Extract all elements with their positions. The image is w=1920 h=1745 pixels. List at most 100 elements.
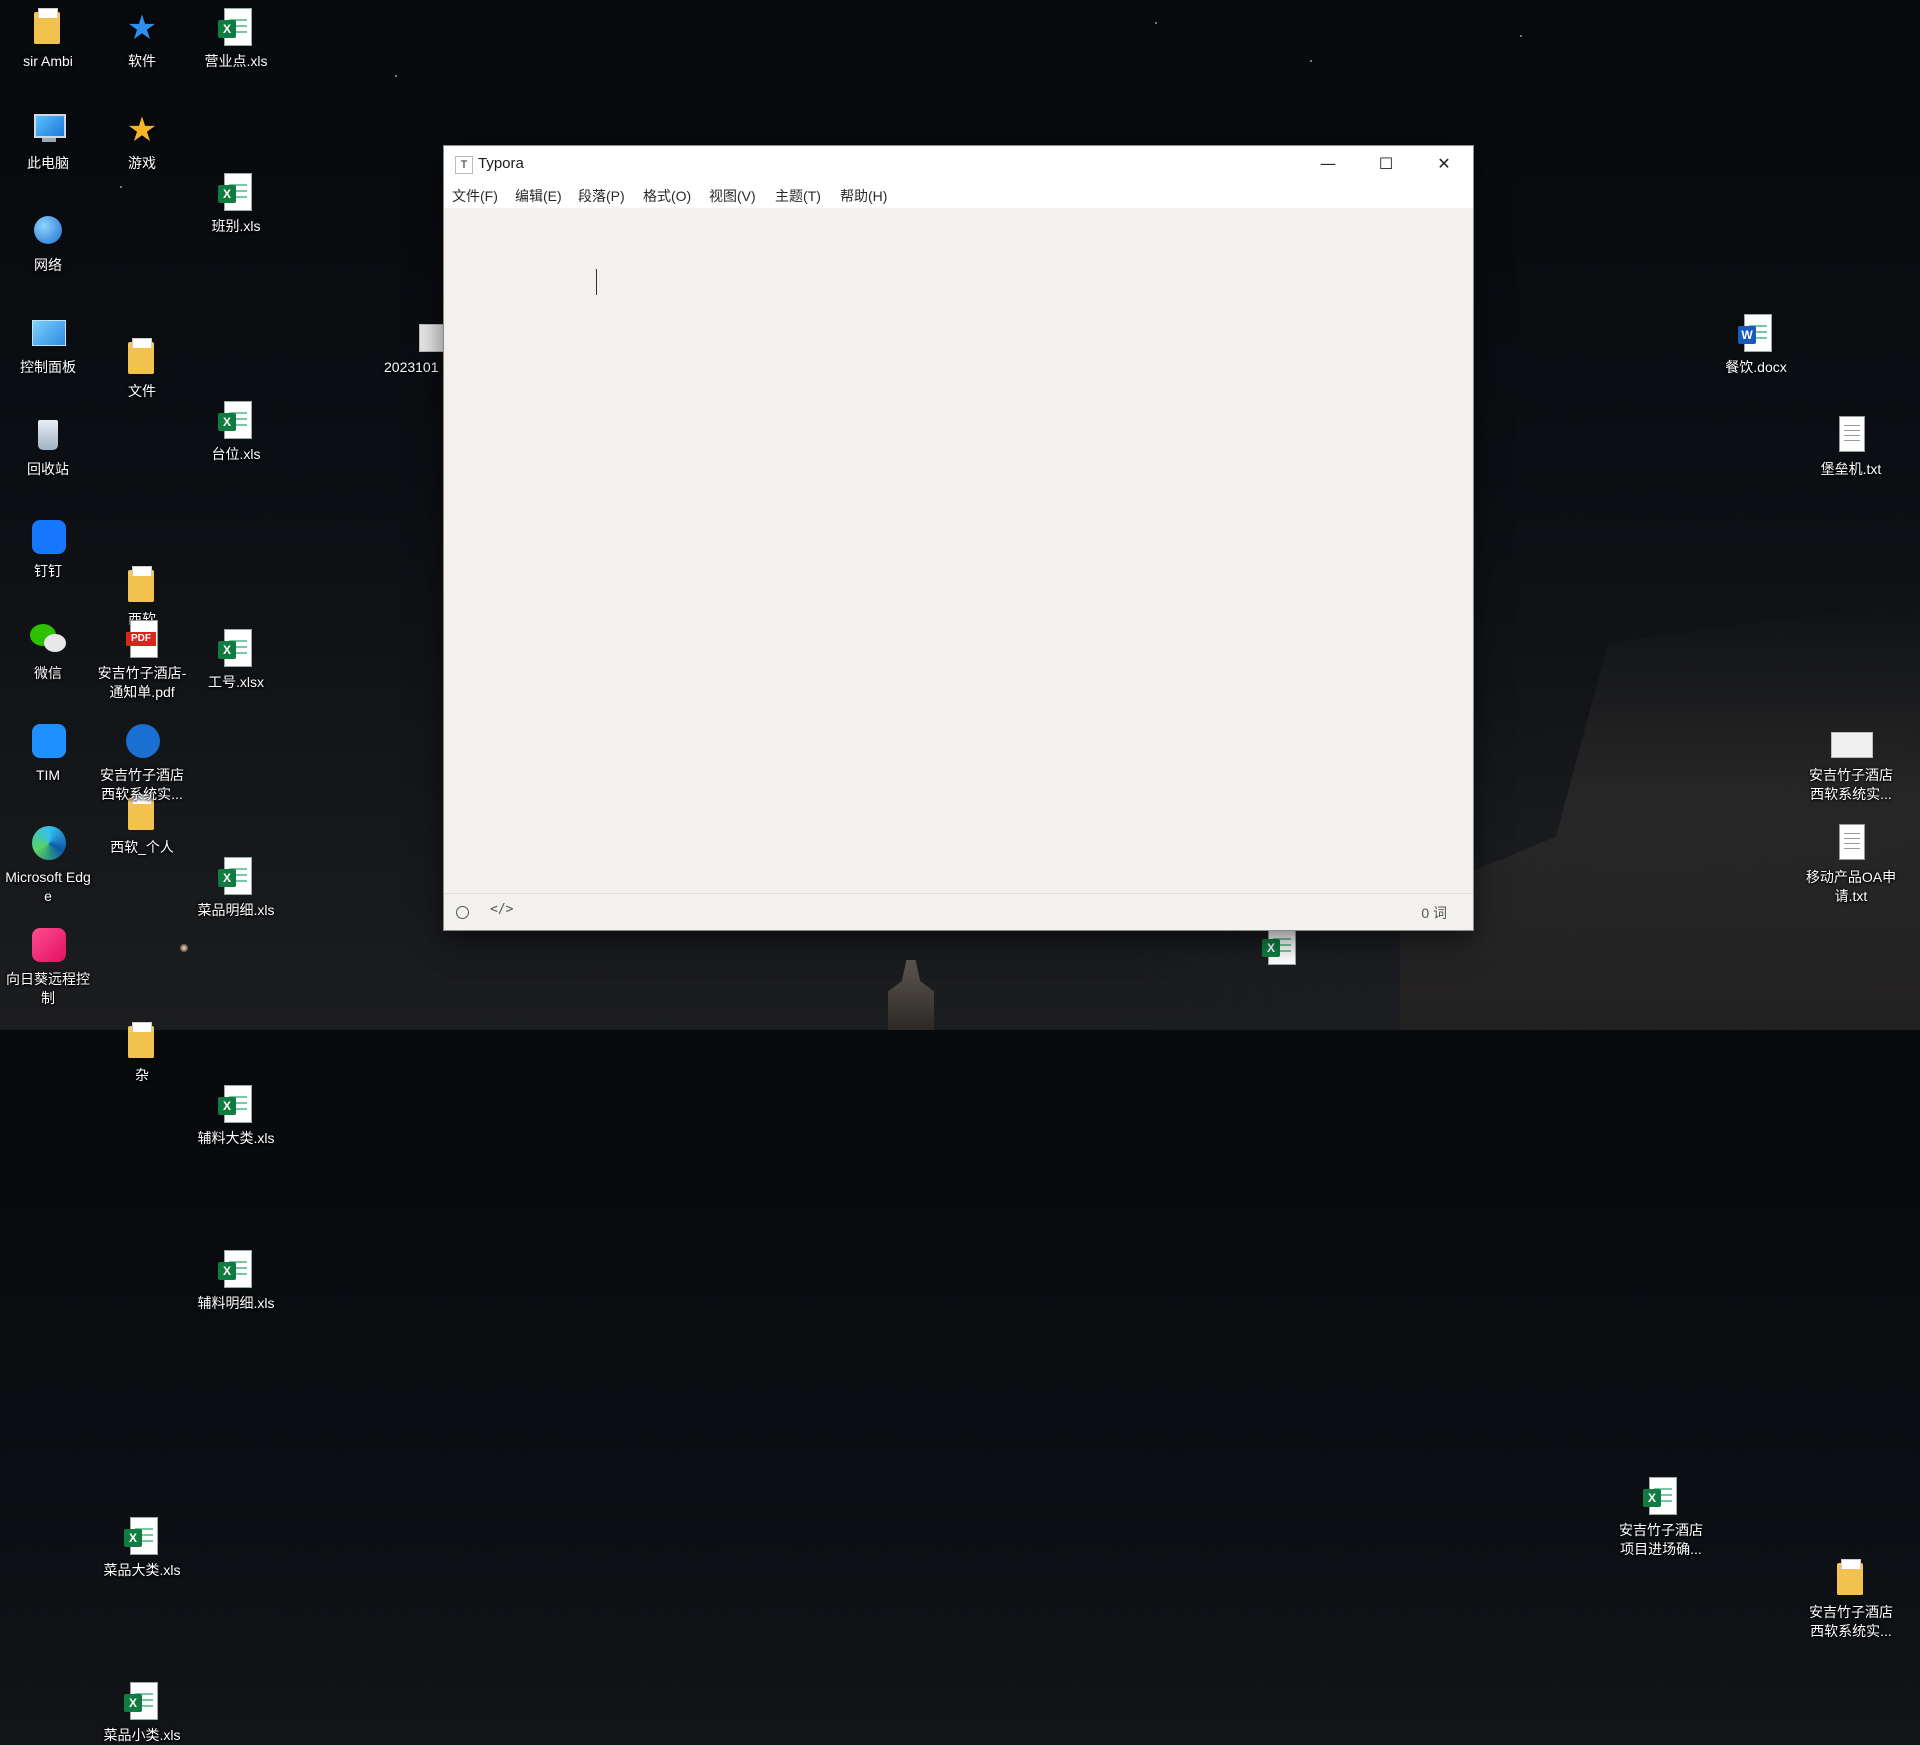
light-glow — [180, 944, 188, 952]
desktop-icon-label: 微信 — [34, 665, 62, 681]
desktop-icon-zip[interactable]: 安吉竹子酒店西软系统实... — [94, 722, 190, 804]
desktop-icon-wechat[interactable]: 微信 — [0, 620, 96, 683]
desktop-icon-recycle-bin[interactable]: 回收站 — [0, 416, 96, 479]
desktop-icon-folder[interactable]: 文件 — [94, 338, 190, 401]
folder-icon — [122, 338, 162, 378]
menu-theme[interactable]: 主题(T) — [775, 186, 821, 206]
desktop-icon-label: 软件 — [128, 53, 156, 69]
excel-file-icon: X — [216, 629, 256, 669]
desktop-icon-pdf[interactable]: PDF 安吉竹子酒店-通知单.pdf — [94, 620, 190, 702]
desktop-icon-label: 班别.xls — [211, 218, 261, 234]
desktop-icon-txt[interactable]: 移动产品OA申请.txt — [1803, 824, 1899, 906]
folder-icon — [122, 566, 162, 606]
desktop-icon-label: 台位.xls — [211, 446, 261, 462]
desktop-icon-label: 安吉竹子酒店项目进场确... — [1619, 1522, 1703, 1557]
editor-area[interactable] — [444, 208, 1473, 894]
word-count[interactable]: 0 词 — [1421, 903, 1447, 923]
image-file-icon — [393, 314, 448, 354]
desktop-icon-label: 餐饮.docx — [1725, 359, 1787, 375]
window-title: Typora — [478, 155, 524, 172]
desktop-icon-label: 堡垒机.txt — [1820, 461, 1882, 477]
excel-file-icon: X — [216, 8, 256, 48]
desktop-icon-xls[interactable]: X 班别.xls — [188, 173, 284, 236]
excel-file-icon: X — [122, 1682, 162, 1722]
desktop-icon-xls[interactable]: X 菜品小类.xls — [94, 1682, 190, 1745]
desktop-icon-image-partial[interactable]: 2023101 — [378, 314, 448, 377]
text-caret — [596, 269, 597, 295]
desktop-icon-label: sir Ambi — [23, 53, 73, 69]
desktop-icon-user-folder[interactable]: sir Ambi — [0, 8, 96, 71]
title-bar[interactable]: T Typora — ☐ ✕ — [444, 146, 1473, 182]
menu-view[interactable]: 视图(V) — [709, 186, 756, 206]
desktop-icon-xls[interactable]: X 菜品大类.xls — [94, 1517, 190, 1580]
word-file-icon: W — [1736, 314, 1776, 354]
outline-toggle-icon[interactable] — [456, 906, 469, 919]
source-code-mode-icon[interactable]: </> — [490, 902, 513, 917]
network-globe-icon — [28, 212, 68, 252]
desktop-icon-xls[interactable]: X 营业点.xls — [188, 8, 284, 71]
desktop-icon-docx[interactable]: W 餐饮.docx — [1708, 314, 1804, 377]
desktop-icon-dingtalk[interactable]: 钉钉 — [0, 518, 96, 581]
desktop-icon-label: 回收站 — [27, 461, 69, 477]
desktop-icon-control-panel[interactable]: 控制面板 — [0, 314, 96, 377]
typora-window[interactable]: T Typora — ☐ ✕ 文件(F) 编辑(E) 段落(P) 格式(O) 视… — [443, 145, 1474, 931]
desktop-icon-this-pc[interactable]: 此电脑 — [0, 110, 96, 173]
image-file-icon — [1831, 722, 1873, 762]
excel-file-icon: X — [216, 401, 256, 441]
desktop-icon-software[interactable]: ★ 软件 — [94, 8, 190, 71]
desktop-icon-xls[interactable]: X 辅料大类.xls — [188, 1085, 284, 1148]
desktop-icon-network[interactable]: 网络 — [0, 212, 96, 275]
star — [395, 75, 397, 77]
dingtalk-icon — [28, 518, 68, 558]
desktop-icon-tim[interactable]: TIM — [0, 722, 96, 785]
recycle-bin-icon — [28, 416, 68, 456]
computer-icon — [28, 110, 68, 150]
desktop-icon-image[interactable]: 安吉竹子酒店西软系统实... — [1803, 722, 1899, 804]
star — [1310, 60, 1312, 62]
minimize-button[interactable]: — — [1299, 146, 1357, 182]
menu-paragraph[interactable]: 段落(P) — [578, 186, 625, 206]
excel-file-icon: X — [122, 1517, 162, 1557]
desktop-icon-label: 移动产品OA申请.txt — [1805, 869, 1897, 904]
desktop-icon-txt[interactable]: 堡垒机.txt — [1803, 416, 1899, 479]
desktop-icon-xlsx[interactable]: X 工号.xlsx — [188, 629, 284, 692]
desktop-icon-folder[interactable]: 安吉竹子酒店西软系统实... — [1803, 1559, 1899, 1641]
star — [120, 186, 122, 188]
desktop-icon-sunlogin[interactable]: 向日葵远程控制 — [0, 926, 96, 1008]
desktop-icon-label: 游戏 — [128, 155, 156, 171]
desktop-icon-xls-partial[interactable]: X — [1232, 927, 1328, 965]
edge-browser-icon — [28, 824, 68, 864]
star — [1155, 22, 1157, 24]
menu-edit[interactable]: 编辑(E) — [515, 186, 562, 206]
zip-archive-icon — [122, 722, 162, 762]
desktop-icon-label: 营业点.xls — [204, 53, 268, 69]
desktop-icon-games[interactable]: ★ 游戏 — [94, 110, 190, 173]
desktop-icon-label: 钉钉 — [34, 563, 62, 579]
excel-file-icon: X — [1260, 927, 1300, 965]
folder-icon — [122, 1022, 162, 1062]
status-bar: </> 0 词 — [444, 893, 1473, 930]
menu-file[interactable]: 文件(F) — [452, 186, 498, 206]
desktop-icon-label: 菜品大类.xls — [103, 1562, 181, 1578]
desktop-icon-label: 辅料大类.xls — [197, 1130, 275, 1146]
control-panel-icon — [28, 314, 68, 354]
pdf-file-icon: PDF — [122, 620, 162, 660]
wechat-icon — [28, 620, 68, 660]
close-button[interactable]: ✕ — [1415, 146, 1473, 182]
maximize-button[interactable]: ☐ — [1357, 146, 1415, 182]
desktop-icon-edge[interactable]: Microsoft Edge — [0, 824, 96, 906]
desktop-icon-xlsx[interactable]: X 安吉竹子酒店项目进场确... — [1613, 1477, 1709, 1559]
menu-format[interactable]: 格式(O) — [643, 186, 691, 206]
desktop-icon-xls[interactable]: X 台位.xls — [188, 401, 284, 464]
desktop-icon-xls[interactable]: X 菜品明细.xls — [188, 857, 284, 920]
desktop-icon-label: 2023101 — [384, 359, 439, 375]
menu-bar: 文件(F) 编辑(E) 段落(P) 格式(O) 视图(V) 主题(T) 帮助(H… — [444, 182, 1473, 208]
desktop-icon-xls[interactable]: X 辅料明细.xls — [188, 1250, 284, 1313]
desktop-icon-label: Microsoft Edge — [5, 869, 91, 904]
desktop-icon-folder[interactable]: 杂 — [94, 1022, 190, 1085]
menu-help[interactable]: 帮助(H) — [840, 186, 887, 206]
desktop-icon-label: 菜品明细.xls — [197, 902, 275, 918]
desktop-icon-label: 工号.xlsx — [208, 674, 264, 690]
star — [1520, 35, 1522, 37]
desktop-icon-label: TIM — [35, 767, 61, 783]
